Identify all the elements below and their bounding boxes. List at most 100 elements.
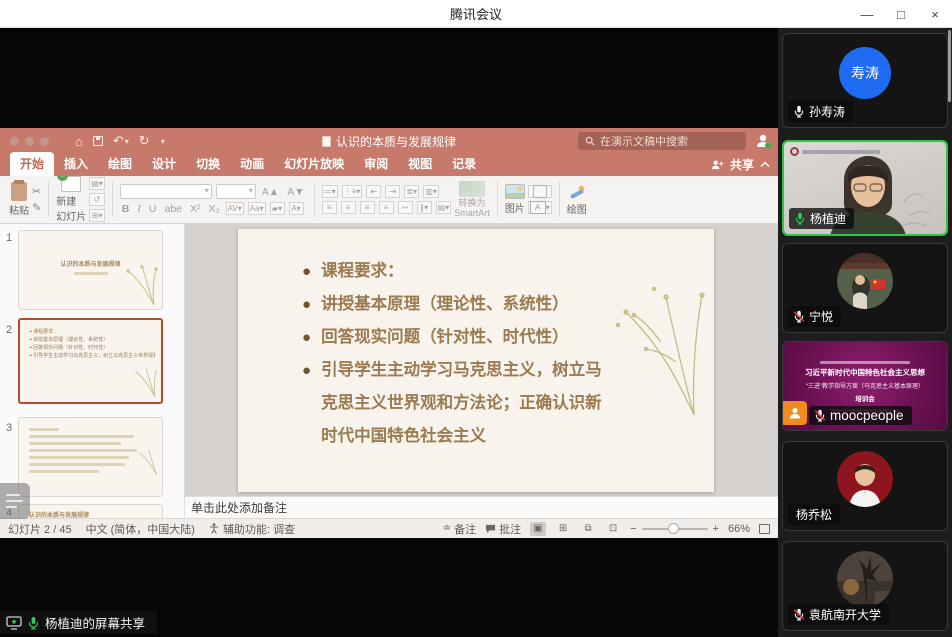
tab-insert[interactable]: 插入 — [54, 152, 98, 176]
reset-button[interactable]: ↺ — [89, 193, 105, 206]
participant-tile[interactable]: 宁悦 — [782, 243, 948, 333]
accessibility-icon — [209, 523, 219, 534]
current-slide[interactable]: ●课程要求： ●讲授基本原理（理论性、系统性） ●回答现实问题（针对性、时代性）… — [238, 229, 714, 492]
tab-review[interactable]: 审阅 — [354, 152, 398, 176]
zoom-level[interactable]: 66% — [728, 523, 750, 535]
font-size-select[interactable] — [216, 184, 256, 199]
zoom-slider-knob[interactable] — [668, 523, 679, 534]
change-case-button[interactable]: Aa▾ — [248, 202, 266, 215]
ribbon-toggle-icon[interactable]: ▾ — [161, 137, 165, 146]
mac-zoom-icon[interactable] — [40, 137, 49, 146]
tab-record[interactable]: 记录 — [442, 152, 486, 176]
thumb-number-2: 2 — [6, 324, 12, 336]
draw-button[interactable]: 绘图 — [567, 184, 587, 216]
increase-font-button[interactable]: A▲ — [260, 186, 281, 198]
slide-thumbnail-3[interactable] — [18, 417, 163, 497]
format-painter-button[interactable]: ✎ — [32, 201, 41, 214]
bullets-button[interactable]: ≔▾ — [322, 185, 338, 198]
underline-button[interactable]: U — [147, 203, 159, 215]
mac-traffic-lights[interactable] — [10, 137, 49, 146]
slide-thumbnail-2-selected[interactable]: 课程要求： 讲授基本原理（理论性、系统性） 回答现实问题（针对性、时代性） 引导… — [18, 318, 163, 404]
text-direction-button[interactable]: ∥▾ — [417, 201, 432, 214]
slideshow-button[interactable]: ⊡ — [605, 522, 621, 536]
participant-tile[interactable]: 袁航南开大学 — [782, 541, 948, 631]
tab-animations[interactable]: 动画 — [230, 152, 274, 176]
chevron-up-icon[interactable] — [760, 161, 770, 168]
tab-slideshow[interactable]: 幻灯片放映 — [274, 152, 354, 176]
paste-button[interactable]: 粘贴 — [9, 182, 29, 217]
justify-button[interactable]: ≡ — [379, 201, 394, 214]
ppt-ribbon: 粘贴 ✂ ✎ 新建幻灯片 ▤▾ — [0, 176, 778, 224]
ppt-search-input[interactable]: 在演示文稿中搜索 — [578, 132, 746, 150]
slide-text-body[interactable]: ●课程要求： ●讲授基本原理（理论性、系统性） ●回答现实问题（针对性、时代性）… — [302, 255, 618, 453]
shapes-button[interactable] — [528, 185, 552, 198]
ppt-ribbon-tabs: 开始 插入 绘图 设计 切换 动画 幻灯片放映 审阅 视图 记录 共享 — [0, 154, 778, 176]
undo-icon[interactable]: ↶▾ — [113, 133, 129, 149]
tab-drawing[interactable]: 绘图 — [98, 152, 142, 176]
maximize-button[interactable]: □ — [884, 0, 918, 28]
participant-tile[interactable]: 习近平新时代中国特色社会主义思想 “三进”教学指导方案（马克思主义基本原理） 培… — [782, 341, 948, 431]
tab-home[interactable]: 开始 — [10, 152, 54, 176]
highlight-color-button[interactable]: ▰▾ — [270, 202, 285, 215]
slide-thumbnail-1[interactable]: 认识的本质与发展规律 — [18, 230, 163, 310]
align-center-button[interactable]: ≡ — [341, 201, 356, 214]
increase-indent-button[interactable]: ⇥ — [385, 185, 400, 198]
line-spacing-button[interactable]: ≣▾ — [404, 185, 419, 198]
language-indicator[interactable]: 中文 (简体，中国大陆) — [86, 521, 195, 537]
redo-icon[interactable]: ↻ — [139, 133, 150, 149]
zoom-slider[interactable]: − + — [630, 523, 719, 535]
font-color-button[interactable]: A▾ — [289, 202, 304, 215]
mac-close-icon[interactable] — [10, 137, 19, 146]
minimize-button[interactable]: — — [850, 0, 884, 28]
distribute-button[interactable]: ⇿ — [398, 201, 413, 214]
italic-button[interactable]: I — [135, 203, 143, 215]
align-right-button[interactable]: ≡ — [360, 201, 375, 214]
section-button[interactable]: ⊞▾ — [89, 209, 105, 222]
mac-minimize-icon[interactable] — [25, 137, 34, 146]
fit-to-window-icon[interactable] — [759, 524, 770, 534]
decrease-indent-button[interactable]: ⇤ — [366, 185, 381, 198]
slide-thumbnail-panel[interactable]: 1 认识的本质与发展规律 2 — [0, 224, 185, 518]
superscript-button[interactable]: X² — [188, 203, 203, 215]
insert-picture-button[interactable]: 图片 — [505, 184, 525, 215]
meeting-toolbar-handle[interactable] — [0, 483, 30, 519]
slide-thumbnail-4[interactable]: 认识的本质与发展规律 — [18, 504, 163, 518]
convert-to-smartart-button[interactable]: 转换为 SmartArt — [454, 181, 490, 219]
align-text-button[interactable]: ▤▾ — [436, 201, 452, 214]
account-avatar[interactable] — [754, 132, 772, 150]
comments-toggle-button[interactable]: 批注 — [485, 521, 521, 537]
new-slide-button[interactable]: 新建幻灯片 — [56, 176, 86, 223]
decrease-font-button[interactable]: A▼ — [285, 186, 306, 198]
slide-canvas[interactable]: ●课程要求： ●讲授基本原理（理论性、系统性） ●回答现实问题（针对性、时代性）… — [185, 224, 778, 496]
bold-button[interactable]: B — [120, 203, 132, 215]
ppt-share-button[interactable]: 共享 — [730, 156, 754, 173]
text-box-button[interactable]: A▾ — [528, 201, 552, 214]
search-icon — [585, 136, 595, 146]
accessibility-status[interactable]: 辅助功能: 调查 — [223, 521, 295, 537]
tab-design[interactable]: 设计 — [142, 152, 186, 176]
strikethrough-button[interactable]: abe — [162, 203, 184, 215]
notes-toggle-button[interactable]: ≐备注 — [443, 521, 476, 537]
sidebar-scrollbar[interactable] — [948, 30, 951, 102]
close-button[interactable]: × — [918, 0, 952, 28]
subscript-button[interactable]: X₂ — [207, 203, 222, 215]
tab-transitions[interactable]: 切换 — [186, 152, 230, 176]
reading-view-button[interactable]: ⧉ — [580, 522, 596, 536]
participants-sidebar[interactable]: 寿涛 孙寿涛 — [778, 28, 952, 637]
save-icon[interactable] — [93, 136, 103, 146]
participant-tile[interactable]: 杨乔松 — [782, 441, 948, 531]
slide-sorter-view-button[interactable]: ⊞ — [555, 522, 571, 536]
numbering-button[interactable]: ⋮≡▾ — [342, 185, 363, 198]
participant-tile-active-speaker[interactable]: 杨植迪 — [782, 140, 948, 236]
tab-view[interactable]: 视图 — [398, 152, 442, 176]
participant-tile[interactable]: 寿涛 孙寿涛 — [782, 33, 948, 128]
font-name-select[interactable] — [120, 184, 212, 199]
home-icon[interactable]: ⌂ — [75, 134, 83, 149]
character-spacing-button[interactable]: AV▾ — [226, 202, 244, 215]
cut-button[interactable]: ✂ — [32, 185, 41, 198]
columns-button[interactable]: ▥▾ — [423, 185, 439, 198]
normal-view-button[interactable]: ▣ — [530, 522, 546, 536]
notes-pane[interactable]: 单击此处添加备注 — [185, 496, 778, 518]
align-left-button[interactable]: ≡ — [322, 201, 337, 214]
layout-button[interactable]: ▤▾ — [89, 177, 105, 190]
